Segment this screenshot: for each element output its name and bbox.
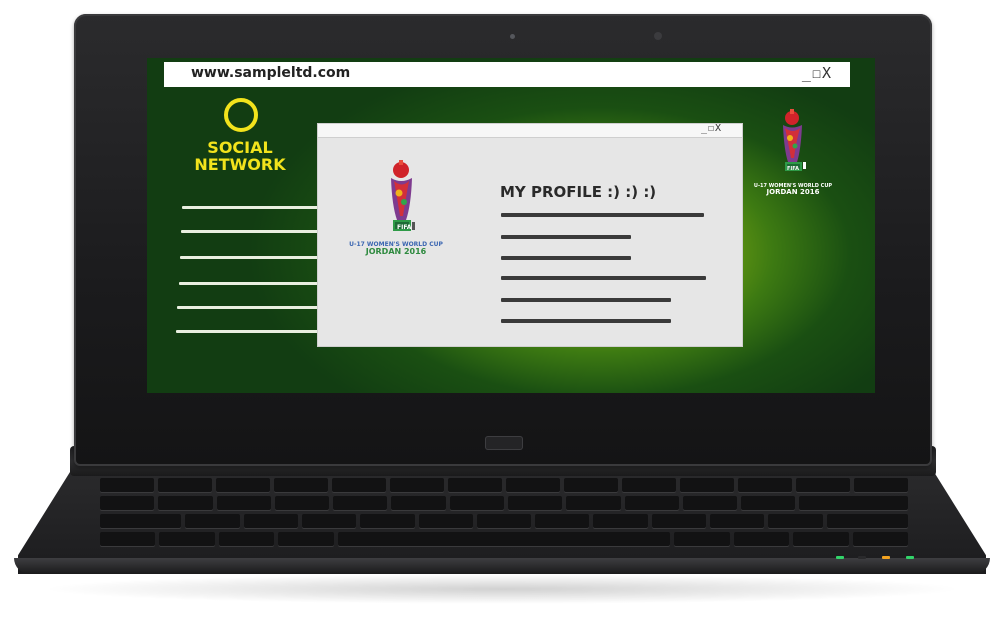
nav-menu-item[interactable] [182, 206, 328, 209]
nav-menu-item[interactable] [176, 330, 322, 333]
profile-detail-line [501, 319, 671, 323]
key [216, 496, 271, 510]
profile-detail-line [501, 235, 631, 239]
key [333, 496, 388, 510]
key [216, 478, 270, 492]
profile-window-controls[interactable]: _☐X [701, 123, 722, 134]
profile-detail-line [501, 276, 706, 280]
key [709, 514, 765, 528]
key [738, 478, 792, 492]
key [278, 532, 334, 546]
key [159, 532, 215, 546]
key [100, 514, 182, 528]
key [624, 496, 679, 510]
fifa-caption-line2: JORDAN 2016 [766, 188, 820, 197]
keyboard [100, 478, 908, 554]
browser-window-controls[interactable]: _☐X [802, 64, 832, 82]
key [390, 478, 444, 492]
key [854, 478, 908, 492]
key [274, 496, 330, 510]
social-network-logo-icon [224, 98, 258, 132]
key [799, 496, 908, 510]
key [476, 514, 532, 528]
nav-menu-item[interactable] [180, 256, 326, 259]
key [680, 478, 734, 492]
key [418, 514, 473, 528]
laptop-scene: www.sampleltd.com _☐X SOCIAL NETWORK U-1… [0, 0, 1004, 640]
nav-menu-item[interactable] [181, 230, 327, 233]
key [218, 532, 275, 546]
laptop-shadow [40, 574, 964, 604]
key [566, 496, 621, 510]
status-led-amber [882, 556, 890, 559]
key [733, 532, 790, 546]
browser-address-bar[interactable]: www.sampleltd.com _☐X [164, 62, 850, 87]
key [185, 514, 240, 528]
key [768, 514, 823, 528]
key [332, 478, 386, 492]
profile-window-titlebar[interactable]: _☐X [318, 123, 742, 138]
key [448, 478, 502, 492]
browser-url[interactable]: www.sampleltd.com [191, 65, 350, 81]
profile-detail-line [501, 213, 704, 217]
hinge-notch [485, 436, 523, 450]
key [674, 532, 730, 546]
spacebar-key [337, 532, 671, 546]
profile-window: _☐X MY PROFILE :) :) :) FIFA U-17 WOMEN'… [318, 123, 742, 346]
key [449, 496, 504, 510]
key [507, 496, 563, 510]
fifa-caption-line2: JORDAN 2016 [365, 247, 427, 257]
fifa-caption-profile: U-17 WOMEN'S WORLD CUP JORDAN 2016 [336, 241, 456, 257]
nav-menu-item[interactable] [179, 282, 325, 285]
key [593, 514, 648, 528]
social-network-title: SOCIAL NETWORK [188, 139, 292, 173]
fifa-caption-right: U-17 WOMEN'S WORLD CUP JORDAN 2016 [752, 183, 834, 197]
key [741, 496, 796, 510]
status-led-green-1 [836, 556, 844, 559]
key [243, 514, 298, 528]
key [360, 514, 415, 528]
key [158, 478, 212, 492]
key [564, 478, 618, 492]
status-led-dark [858, 556, 866, 559]
key [100, 496, 155, 510]
key [535, 514, 590, 528]
key [301, 514, 357, 528]
key [852, 532, 908, 546]
profile-detail-line [501, 256, 631, 260]
key [391, 496, 446, 510]
sensor-icon [510, 34, 515, 39]
key [796, 478, 850, 492]
status-led-green-2 [906, 556, 914, 559]
key [622, 478, 676, 492]
fifa-badge-right: FIFA [787, 166, 799, 172]
key [100, 532, 156, 546]
key [793, 532, 849, 546]
key [100, 478, 154, 492]
deck-front-edge [14, 558, 990, 574]
nav-menu-item[interactable] [177, 306, 323, 309]
profile-title: MY PROFILE :) :) :) [500, 183, 657, 201]
social-network-title-line2: NETWORK [194, 155, 286, 174]
key [506, 478, 560, 492]
key [826, 514, 908, 528]
webcam-icon [654, 32, 662, 40]
key [158, 496, 213, 510]
key [274, 478, 328, 492]
fifa-badge-profile: FIFA [397, 224, 412, 231]
key [651, 514, 706, 528]
key [682, 496, 738, 510]
profile-detail-line [501, 298, 671, 302]
